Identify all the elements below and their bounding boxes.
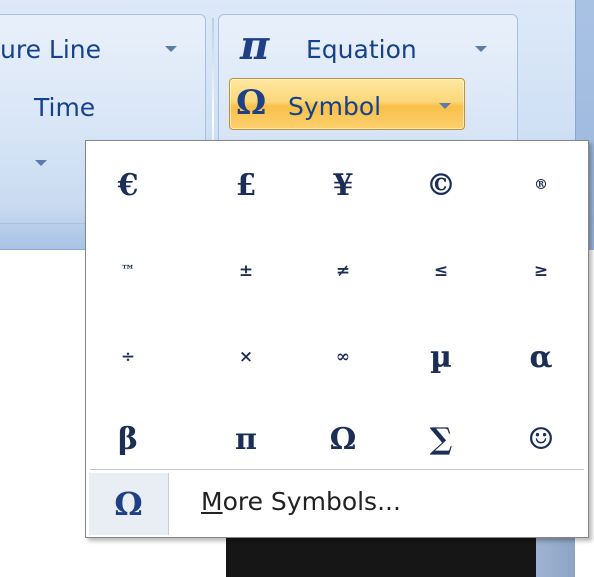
omega-icon: Ω <box>114 485 143 523</box>
date-time-button-label[interactable]: Time <box>34 93 95 122</box>
greater-equal-symbol[interactable]: ≥ <box>501 236 581 306</box>
omega-symbol[interactable]: Ω <box>303 404 383 474</box>
chevron-down-icon[interactable] <box>439 103 451 109</box>
multiplication-symbol[interactable]: × <box>206 322 286 392</box>
yen-symbol[interactable]: ¥ <box>303 150 383 220</box>
signature-line-button-label[interactable]: ure Line <box>0 35 101 64</box>
beta-symbol[interactable]: β <box>88 404 168 474</box>
alpha-symbol[interactable]: α <box>501 322 581 392</box>
copyright-symbol[interactable]: © <box>401 150 481 220</box>
chevron-down-icon[interactable] <box>35 160 47 166</box>
omega-symbol-icon[interactable]: Ω <box>236 84 266 122</box>
smiley-symbol[interactable]: ☺ <box>501 404 581 474</box>
symbol-gallery-grid: € £ ¥ © ® ™ ± ≠ ≤ ≥ ÷ × ∞ µ α β π Ω ∑ ☺ <box>86 141 588 469</box>
euro-symbol[interactable]: € <box>88 150 168 220</box>
division-symbol[interactable]: ÷ <box>88 322 168 392</box>
trademark-symbol[interactable]: ™ <box>88 236 168 306</box>
more-symbols-menu-item[interactable]: Ω More Symbols... <box>87 473 587 535</box>
chevron-down-icon[interactable] <box>165 46 177 52</box>
infinity-symbol[interactable]: ∞ <box>303 322 383 392</box>
sigma-symbol[interactable]: ∑ <box>401 404 481 474</box>
more-symbols-icon-cell: Ω <box>89 473 169 535</box>
access-key-letter: M <box>201 487 223 516</box>
plus-minus-symbol[interactable]: ± <box>206 236 286 306</box>
symbol-button-label[interactable]: Symbol <box>288 92 381 121</box>
not-equal-symbol[interactable]: ≠ <box>303 236 383 306</box>
registered-symbol[interactable]: ® <box>501 150 581 220</box>
symbol-dropdown-menu: € £ ¥ © ® ™ ± ≠ ≤ ≥ ÷ × ∞ µ α β π Ω ∑ ☺ Ω More Symbols... <box>85 140 589 538</box>
micro-symbol[interactable]: µ <box>401 322 481 392</box>
pi-symbol[interactable]: π <box>206 404 286 474</box>
chevron-down-icon[interactable] <box>475 46 487 52</box>
more-symbols-label: More Symbols... <box>201 487 401 516</box>
equation-button-label[interactable]: Equation <box>306 35 417 64</box>
pound-symbol[interactable]: £ <box>206 150 286 220</box>
more-symbols-label-rest: ore Symbols... <box>222 487 401 516</box>
menu-separator <box>90 469 584 470</box>
pi-equation-icon[interactable]: π <box>240 26 269 66</box>
less-equal-symbol[interactable]: ≤ <box>401 236 481 306</box>
document-dark-area <box>226 536 536 577</box>
